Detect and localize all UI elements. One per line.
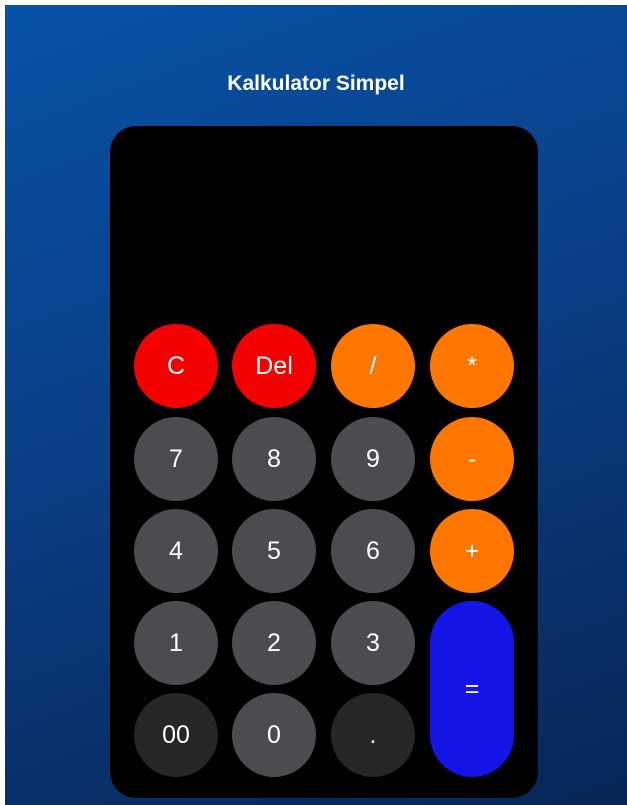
- digit-2-button[interactable]: 2: [232, 601, 316, 685]
- digit-3-button[interactable]: 3: [331, 601, 415, 685]
- multiply-button[interactable]: *: [430, 324, 514, 408]
- display-screen[interactable]: [134, 150, 514, 310]
- digit-4-button[interactable]: 4: [134, 509, 218, 593]
- double-zero-button[interactable]: 00: [134, 693, 218, 777]
- digit-9-button[interactable]: 9: [331, 417, 415, 501]
- app-title: Kalkulator Simpel: [227, 72, 405, 95]
- digit-1-button[interactable]: 1: [134, 601, 218, 685]
- digit-0-button[interactable]: 0: [232, 693, 316, 777]
- digit-8-button[interactable]: 8: [232, 417, 316, 501]
- page-background: Kalkulator Simpel C Del / * 7 8 9 - 4 5 …: [5, 5, 627, 805]
- minus-button[interactable]: -: [430, 417, 514, 501]
- plus-button[interactable]: +: [430, 509, 514, 593]
- decimal-point-button[interactable]: .: [331, 693, 415, 777]
- divide-button[interactable]: /: [331, 324, 415, 408]
- digit-7-button[interactable]: 7: [134, 417, 218, 501]
- digit-6-button[interactable]: 6: [331, 509, 415, 593]
- calculator-panel: C Del / * 7 8 9 - 4 5 6 + 1 2 3 = 00 0 .: [110, 126, 538, 798]
- clear-button[interactable]: C: [134, 324, 218, 408]
- delete-button[interactable]: Del: [232, 324, 316, 408]
- equals-button[interactable]: =: [430, 601, 514, 777]
- digit-5-button[interactable]: 5: [232, 509, 316, 593]
